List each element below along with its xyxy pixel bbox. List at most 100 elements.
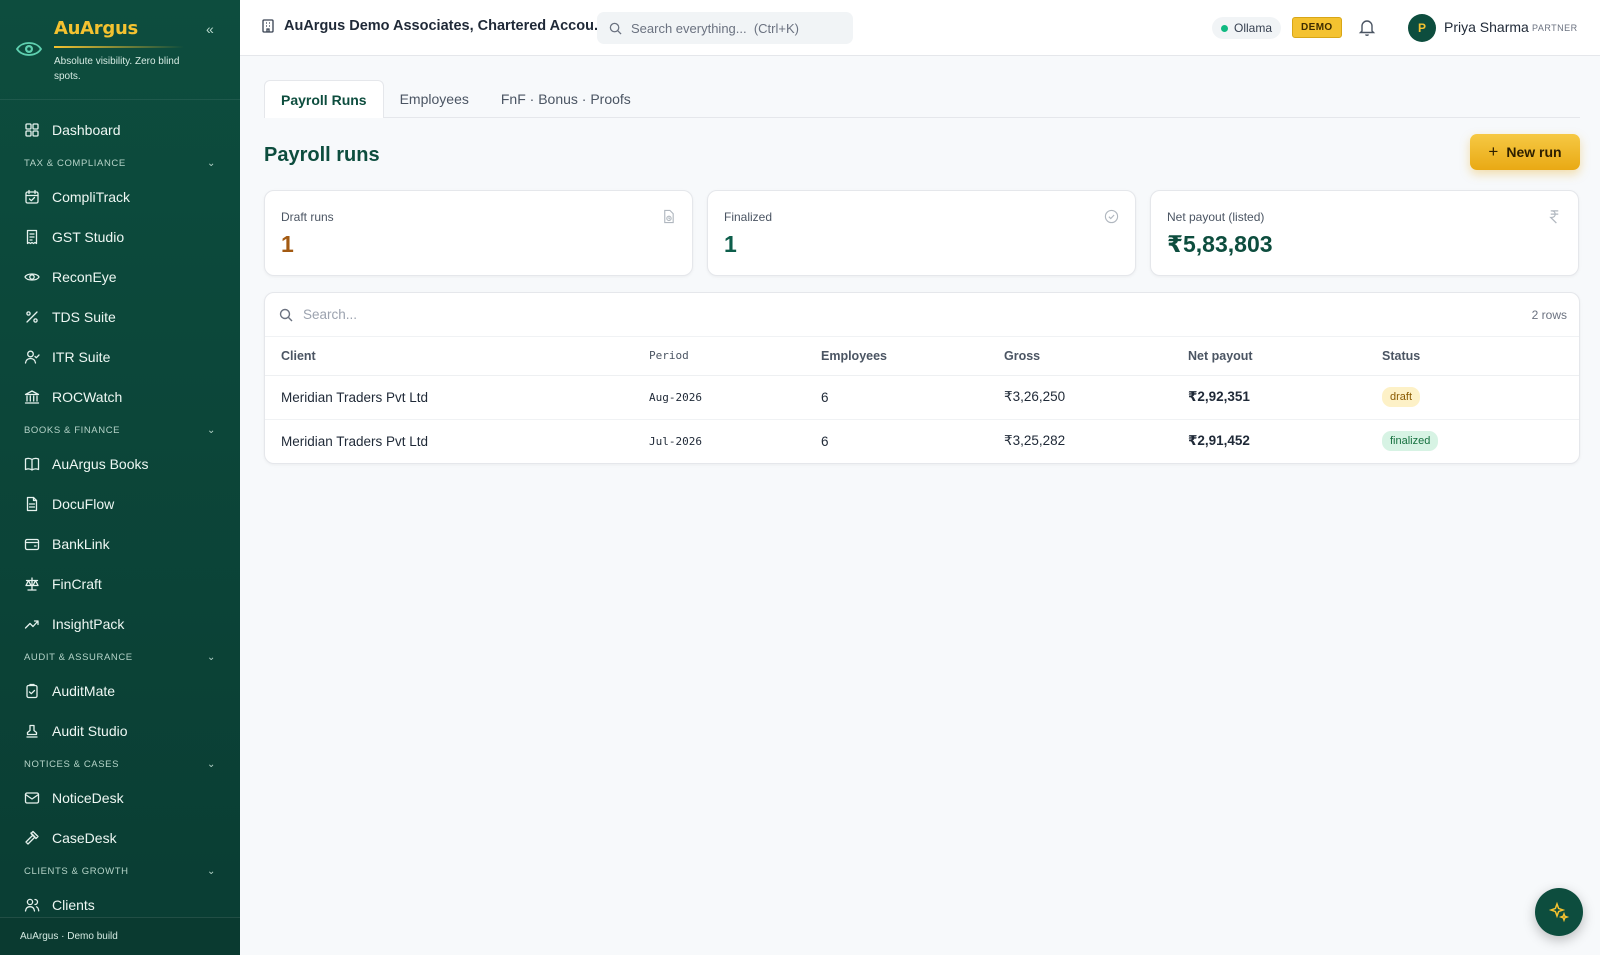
cell-employees: 6 <box>821 433 829 449</box>
stamp-icon <box>24 723 40 739</box>
column-header-gross[interactable]: Gross <box>988 337 1172 376</box>
new-run-button[interactable]: + New run <box>1470 134 1580 170</box>
payroll-runs-table: Client Period Employees Gross Net payout… <box>265 337 1579 463</box>
eye-logo-icon <box>16 42 42 56</box>
sidebar-item-reconeye[interactable]: ReconEye <box>0 257 240 297</box>
sidebar-item-gst-studio[interactable]: GST Studio <box>0 217 240 257</box>
collapse-sidebar-icon[interactable]: « <box>206 22 220 36</box>
new-run-label: New run <box>1506 144 1562 160</box>
brand-tagline: Absolute visibility. Zero blind spots. <box>54 56 180 82</box>
sidebar-item-banklink[interactable]: BankLink <box>0 524 240 564</box>
sidebar-item-rocwatch[interactable]: ROCWatch <box>0 377 240 417</box>
stat-label: Draft runs <box>281 210 334 224</box>
wallet-icon <box>24 536 40 552</box>
top-bar: AuArgus Demo Associates, Chartered Accou… <box>240 0 1600 56</box>
sidebar-item-docuflow[interactable]: DocuFlow <box>0 484 240 524</box>
table-header-row: Client Period Employees Gross Net payout… <box>265 337 1579 376</box>
book-open-icon <box>24 456 40 472</box>
table-search-input[interactable] <box>303 307 703 322</box>
sparkle-icon <box>1548 901 1570 923</box>
sidebar-footer: AuArgus · Demo build <box>0 917 240 955</box>
nav-section-clients-and-growth[interactable]: Clients & Growth ⌄ <box>0 858 240 885</box>
tab-employees[interactable]: Employees <box>384 80 485 118</box>
column-header-employees[interactable]: Employees <box>805 337 988 376</box>
users-icon <box>24 897 40 913</box>
building-icon <box>262 19 274 33</box>
status-badge: draft <box>1382 387 1421 407</box>
tab-fnf-bonus-proofs[interactable]: FnF · Bonus · Proofs <box>485 80 647 118</box>
sidebar-item-tds-suite[interactable]: TDS Suite <box>0 297 240 337</box>
stat-value: ₹5,83,803 <box>1167 231 1273 257</box>
search-icon <box>609 22 622 35</box>
sidebar-item-label: AuditMate <box>52 683 116 699</box>
clipboard-check-icon <box>24 683 40 699</box>
cell-period: Jul-2026 <box>649 434 702 448</box>
chevron-down-icon: ⌄ <box>207 759 216 770</box>
column-header-status[interactable]: Status <box>1366 337 1579 376</box>
percent-icon <box>24 309 40 325</box>
sidebar-item-label: BankLink <box>52 536 110 552</box>
chevron-down-icon: ⌄ <box>207 425 216 436</box>
sidebar-item-complitrack[interactable]: CompliTrack <box>0 177 240 217</box>
tab-payroll-runs[interactable]: Payroll Runs <box>264 80 384 118</box>
stat-value: 1 <box>281 231 294 257</box>
sidebar-item-insightpack[interactable]: InsightPack <box>0 604 240 644</box>
trending-up-icon <box>24 616 40 632</box>
sidebar-item-dashboard[interactable]: Dashboard <box>0 110 240 150</box>
avatar[interactable]: P <box>1408 14 1436 42</box>
table-row[interactable]: Meridian Traders Pvt Ltd Jul-2026 6 ₹3,2… <box>265 419 1579 463</box>
cell-status: finalized <box>1366 419 1579 463</box>
global-search-input[interactable] <box>631 20 831 36</box>
cell-client: Meridian Traders Pvt Ltd <box>265 375 633 420</box>
column-header-net-payout[interactable]: Net payout <box>1172 337 1366 376</box>
cell-gross: ₹3,26,250 <box>988 375 1172 420</box>
tab-bar: Payroll Runs Employees FnF · Bonus · Pro… <box>264 80 1580 118</box>
stat-value: 1 <box>724 231 737 257</box>
cell-status: draft <box>1366 375 1579 420</box>
sidebar-item-fincraft[interactable]: FinCraft <box>0 564 240 604</box>
ollama-status[interactable]: Ollama <box>1212 17 1282 39</box>
title-row: Payroll runs + New run <box>264 118 1580 190</box>
rows-count: 2 rows <box>1531 308 1567 322</box>
ai-assistant-button[interactable] <box>1535 888 1583 936</box>
sidebar-item-auditmate[interactable]: AuditMate <box>0 671 240 711</box>
sidebar-item-auargus-books[interactable]: AuArgus Books <box>0 444 240 484</box>
bell-icon[interactable] <box>1357 17 1377 37</box>
sidebar-item-label: ReconEye <box>52 269 117 285</box>
sidebar-item-noticedesk[interactable]: NoticeDesk <box>0 778 240 818</box>
global-search[interactable] <box>597 12 853 44</box>
column-header-period[interactable]: Period <box>633 337 805 376</box>
nav-section-audit-and-assurance[interactable]: Audit & Assurance ⌄ <box>0 644 240 671</box>
demo-badge: DEMO <box>1292 17 1342 38</box>
stat-label: Net payout (listed) <box>1167 210 1265 224</box>
nav-section-tax-and-compliance[interactable]: Tax & Compliance ⌄ <box>0 150 240 177</box>
sidebar-item-itr-suite[interactable]: ITR Suite <box>0 337 240 377</box>
sidebar-item-label: ROCWatch <box>52 389 123 405</box>
draft-icon <box>664 209 674 224</box>
nav-section-label: Notices & Cases <box>24 759 120 770</box>
table-row[interactable]: Meridian Traders Pvt Ltd Aug-2026 6 ₹3,2… <box>265 375 1579 420</box>
sidebar: AuArgus Absolute visibility. Zero blind … <box>0 0 240 955</box>
sidebar-item-audit-studio[interactable]: Audit Studio <box>0 711 240 751</box>
nav-section-books-and-finance[interactable]: Books & Finance ⌄ <box>0 417 240 444</box>
user-name[interactable]: Priya Sharma <box>1444 19 1529 35</box>
stats-row: Draft runs 1 Finalized 1 Net payout (lis… <box>264 190 1580 276</box>
status-badge: finalized <box>1382 431 1439 452</box>
stat-card-finalized: Finalized 1 <box>707 190 1136 276</box>
sidebar-item-casedesk[interactable]: CaseDesk <box>0 818 240 858</box>
table-search[interactable]: 2 rows <box>265 293 1579 337</box>
eye-icon <box>24 269 40 285</box>
org-switcher[interactable]: AuArgus Demo Associates, Chartered Accou… <box>260 18 606 34</box>
user-check-icon <box>24 349 40 365</box>
stat-card-draft-runs: Draft runs 1 <box>264 190 693 276</box>
nav-section-label: Audit & Assurance <box>24 652 133 663</box>
sidebar-item-label: GST Studio <box>52 229 125 245</box>
sidebar-item-label: ITR Suite <box>52 349 111 365</box>
column-header-client[interactable]: Client <box>265 337 633 376</box>
calendar-check-icon <box>24 189 40 205</box>
nav-section-notices-and-cases[interactable]: Notices & Cases ⌄ <box>0 751 240 778</box>
page-title: Payroll runs <box>264 144 380 166</box>
mail-icon <box>24 790 40 806</box>
bank-building-icon <box>24 389 40 405</box>
status-dot <box>1221 24 1228 32</box>
